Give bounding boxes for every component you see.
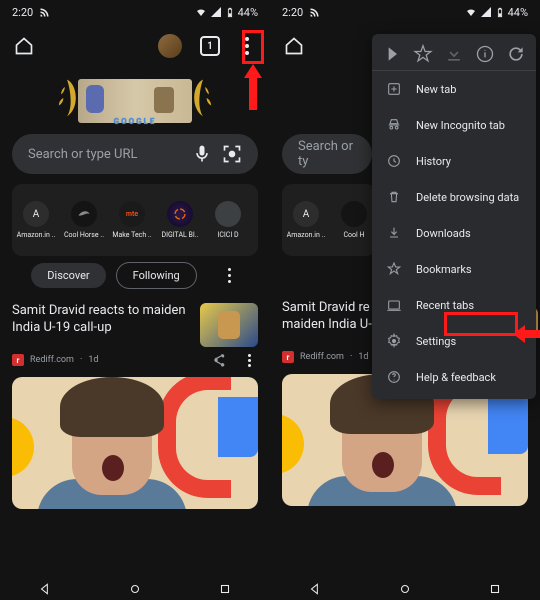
battery-icon xyxy=(495,6,505,19)
article-age: 1d xyxy=(88,355,98,365)
article-meta: r Rediff.com · 1d xyxy=(0,351,270,373)
search-placeholder: Search or ty xyxy=(298,139,356,169)
hero-card[interactable] xyxy=(12,377,258,509)
article-card[interactable]: Samit Dravid reacts to maiden India U-19… xyxy=(0,295,270,351)
mic-icon[interactable] xyxy=(192,144,212,164)
status-time: 2:20 xyxy=(12,6,33,19)
phone-left: 2:20 44% 1 GOOGLE Search or type URL AAm… xyxy=(0,0,270,600)
nav-home[interactable] xyxy=(128,581,142,595)
shortcut-tiles: AAmazon.in .. Cool Horse .. mteMake Tech… xyxy=(12,184,258,256)
tile-coolhorse[interactable]: Cool Horse .. xyxy=(60,201,108,239)
menu-downloads[interactable]: Downloads xyxy=(372,215,536,251)
search-bar[interactable]: Search or type URL xyxy=(12,134,258,174)
wifi-icon xyxy=(465,6,477,18)
tab-switcher[interactable]: 1 xyxy=(200,36,220,56)
home-icon[interactable] xyxy=(284,36,304,56)
tab-following[interactable]: Following xyxy=(116,262,197,289)
battery-pct: 44% xyxy=(238,6,258,19)
menu-settings[interactable]: Settings xyxy=(372,323,536,359)
article-title: Samit Dravid reacts to maiden India U-19… xyxy=(12,303,190,347)
overflow-menu: New tab New Incognito tab History Delete… xyxy=(372,34,536,399)
signal-icon xyxy=(210,6,222,18)
tile-coolhorse[interactable]: Cool H xyxy=(330,201,376,239)
nav-recent[interactable] xyxy=(218,581,232,595)
lens-icon[interactable] xyxy=(222,144,242,164)
chrome-topbar: 1 xyxy=(0,24,270,68)
search-bar[interactable]: Search or ty xyxy=(282,134,372,174)
nav-recent[interactable] xyxy=(488,581,502,595)
menu-toolbar xyxy=(372,38,536,71)
annotation-arrow-up xyxy=(244,64,262,114)
share-icon[interactable] xyxy=(212,353,226,367)
source-icon: r xyxy=(12,354,24,366)
tab-discover[interactable]: Discover xyxy=(31,263,105,288)
nav-home[interactable] xyxy=(398,581,412,595)
source-icon: r xyxy=(282,351,294,363)
android-navbar xyxy=(270,576,540,600)
menu-delete-data[interactable]: Delete browsing data xyxy=(372,179,536,215)
wifi-icon xyxy=(195,6,207,18)
menu-recent-tabs[interactable]: Recent tabs xyxy=(372,287,536,323)
star-icon[interactable] xyxy=(413,44,433,64)
menu-new-tab[interactable]: New tab xyxy=(372,71,536,107)
doodle-text: GOOGLE xyxy=(70,117,200,126)
feed-more-button[interactable] xyxy=(221,268,239,283)
source-name: Rediff.com xyxy=(30,355,74,365)
nav-back[interactable] xyxy=(38,581,52,595)
reload-icon[interactable] xyxy=(506,44,526,64)
profile-avatar[interactable] xyxy=(158,34,182,58)
google-doodle[interactable]: GOOGLE xyxy=(70,74,200,126)
home-icon[interactable] xyxy=(14,36,34,56)
article-more-button[interactable] xyxy=(240,354,258,367)
tile-icici[interactable]: ICICI D xyxy=(204,201,252,239)
nav-back[interactable] xyxy=(308,581,322,595)
tile-maketech[interactable]: mteMake Tech .. xyxy=(108,201,156,239)
status-bar: 2:20 44% xyxy=(0,0,270,24)
signal-icon xyxy=(480,6,492,18)
shortcut-tiles: AAmazon.in .. Cool H xyxy=(282,184,376,256)
tile-digital[interactable]: DIGITAL BI.. xyxy=(156,201,204,239)
forward-icon[interactable] xyxy=(382,44,402,64)
cast-icon xyxy=(309,6,321,18)
menu-history[interactable]: History xyxy=(372,143,536,179)
menu-help[interactable]: Help & feedback xyxy=(372,359,536,395)
feed-tabs: Discover Following xyxy=(12,262,258,289)
more-menu-button[interactable] xyxy=(238,37,256,55)
download-icon xyxy=(444,44,464,64)
info-icon[interactable] xyxy=(475,44,495,64)
status-bar: 2:20 44% xyxy=(270,0,540,24)
article-thumb xyxy=(200,303,258,347)
tile-amazon[interactable]: AAmazon.in .. xyxy=(282,201,330,239)
cast-icon xyxy=(39,6,51,18)
menu-bookmarks[interactable]: Bookmarks xyxy=(372,251,536,287)
phone-right: 2:20 44% Search or ty AAmazon.in .. Cool… xyxy=(270,0,540,600)
tile-amazon[interactable]: AAmazon.in .. xyxy=(12,201,60,239)
battery-icon xyxy=(225,6,235,19)
android-navbar xyxy=(0,576,270,600)
search-placeholder: Search or type URL xyxy=(28,147,182,162)
menu-incognito[interactable]: New Incognito tab xyxy=(372,107,536,143)
